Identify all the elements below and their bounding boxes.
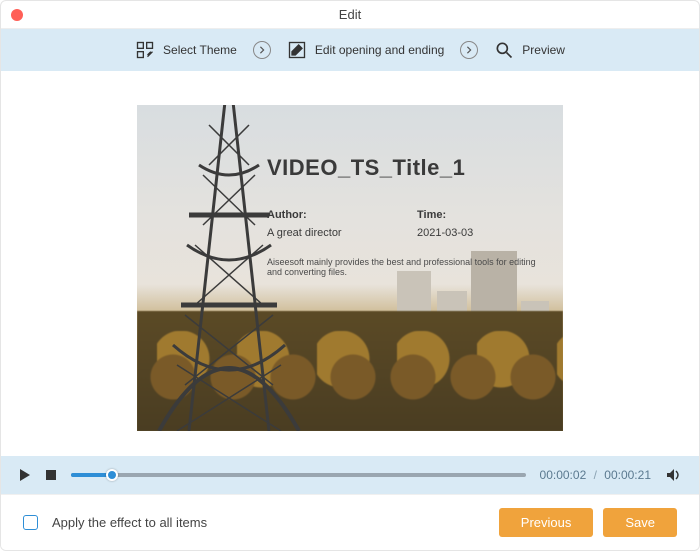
player-bar: 00:00:02 / 00:00:21 <box>1 456 699 494</box>
footer-bar: Apply the effect to all items Previous S… <box>1 494 699 550</box>
preview-icon <box>494 40 514 60</box>
chevron-right-icon <box>460 41 478 59</box>
preview-title: VIDEO_TS_Title_1 <box>267 155 553 181</box>
time-separator: / <box>594 468 597 482</box>
preview-description: Aiseesoft mainly provides the best and p… <box>267 257 553 277</box>
preview-area: VIDEO_TS_Title_1 Author: Time: A great d… <box>1 71 699 456</box>
apply-all-label: Apply the effect to all items <box>52 515 207 530</box>
chevron-right-icon <box>253 41 271 59</box>
volume-icon[interactable] <box>665 467 681 483</box>
steps-bar: Select Theme Edit opening and ending <box>1 29 699 71</box>
stop-button[interactable] <box>45 469 57 481</box>
close-window-button[interactable] <box>11 9 23 21</box>
edit-window: Edit Select Theme Edit opening <box>0 0 700 551</box>
preview-text-overlay: VIDEO_TS_Title_1 Author: Time: A great d… <box>267 155 553 277</box>
time-value: 2021-03-03 <box>417 227 507 239</box>
apply-all-checkbox[interactable] <box>23 515 38 530</box>
window-title: Edit <box>1 7 699 22</box>
seek-thumb[interactable] <box>106 469 118 481</box>
step-preview-label: Preview <box>522 43 565 57</box>
edit-icon <box>287 40 307 60</box>
seek-slider[interactable] <box>71 473 526 477</box>
previous-button[interactable]: Previous <box>499 508 594 537</box>
step-edit-label: Edit opening and ending <box>315 43 444 57</box>
titlebar: Edit <box>1 1 699 29</box>
time-label: Time: <box>417 209 507 221</box>
step-preview[interactable]: Preview <box>494 40 565 60</box>
author-value: A great director <box>267 227 357 239</box>
step-theme-label: Select Theme <box>163 43 237 57</box>
author-label: Author: <box>267 209 357 221</box>
step-edit-opening-ending[interactable]: Edit opening and ending <box>287 40 444 60</box>
window-controls <box>11 9 23 21</box>
preview-frame: VIDEO_TS_Title_1 Author: Time: A great d… <box>137 105 563 431</box>
time-current: 00:00:02 <box>540 468 587 482</box>
save-button[interactable]: Save <box>603 508 677 537</box>
theme-icon <box>135 40 155 60</box>
time-display: 00:00:02 / 00:00:21 <box>540 468 651 482</box>
time-total: 00:00:21 <box>604 468 651 482</box>
play-button[interactable] <box>19 469 31 481</box>
step-select-theme[interactable]: Select Theme <box>135 40 237 60</box>
